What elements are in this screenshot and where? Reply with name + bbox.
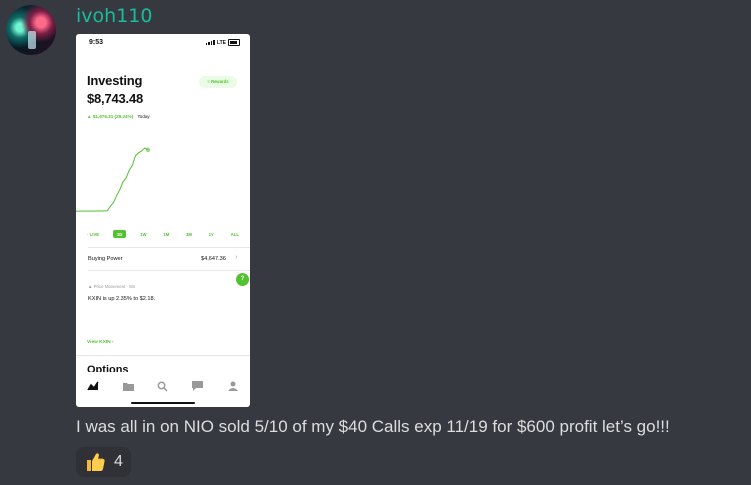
timeframe-all[interactable]: ALL [228,231,242,238]
price-movement-label: ▲ Price Movement · 5m [88,284,135,289]
warning-icon: ▲ [88,284,93,289]
chart-point [103,210,105,212]
chart-point [116,195,118,196]
timeframe-selector: · LIVE 1D 1W 1M 3M 1Y ALL [84,229,242,239]
page-title: Investing [87,73,143,88]
chart-point [106,210,108,212]
price-movement-label-text: Price Movement · 5m [93,284,136,289]
daily-change: ▲ $1,976.31 (29.24%) Today [87,114,150,119]
price-movement-text: KXIN is up 2.35% to $2.18. [88,296,156,302]
daily-change-value: $1,976.31 (29.24%) [92,114,134,119]
attached-screenshot[interactable]: 9:53 LTE Investing $8,743.48 ≡ Rewards ▲… [76,34,250,407]
daily-change-period: Today [137,114,150,119]
portfolio-chart[interactable] [76,132,250,228]
chart-layer [76,147,151,212]
chart-point [91,210,93,212]
status-time: 9:53 [89,39,104,46]
chart-point [144,147,146,149]
portfolio-balance: $8,743.48 [87,91,144,106]
chart-point [97,210,99,212]
avatar[interactable] [6,5,56,55]
chart-point [119,189,121,191]
tab-investing-icon[interactable] [85,378,101,394]
chart-point [145,147,151,153]
chart-point [141,150,143,152]
chart-point [81,210,83,212]
buying-power-value: $4,647.36 [201,256,226,262]
chart-point [138,152,140,154]
rewards-label: Rewards [211,79,229,84]
timeframe-1w[interactable]: 1W [137,231,149,238]
tab-folder-icon[interactable] [120,378,136,394]
chart-point [88,210,89,212]
divider [88,270,250,271]
chart-point [125,177,127,179]
message-text: I was all in on NIO sold 5/10 of my $40 … [76,417,670,436]
chevron-right-icon: › [111,340,114,345]
battery-icon [228,39,240,46]
bottom-tab-bar [76,372,250,400]
buying-power-label[interactable]: Buying Power [88,256,123,262]
chart-point [128,169,130,171]
timeframe-3m[interactable]: 3M [183,231,195,238]
chart-line [76,147,149,212]
chart-point [110,205,111,207]
timeframe-1y[interactable]: 1Y [206,231,217,238]
reaction-thumbs-up[interactable]: 4 [76,447,131,477]
timeframe-live[interactable]: · LIVE [84,231,102,238]
thumbs-up-icon [87,453,105,471]
chart-point [122,181,124,183]
tab-account-icon[interactable] [225,378,241,394]
chart-point [113,201,114,203]
signal-icon [205,40,215,45]
tab-search-icon[interactable] [155,378,171,394]
home-indicator [131,402,195,404]
chart-point [100,210,102,212]
chart-point [94,210,96,212]
divider [76,355,250,356]
chart-point [84,210,86,212]
view-stock-link[interactable]: View KXIN › [87,340,114,345]
username[interactable]: ivoh110 [76,4,152,28]
divider [88,247,250,248]
up-arrow-icon: ▲ [87,114,92,119]
timeframe-1d[interactable]: 1D [112,229,127,239]
network-label: LTE [216,39,226,46]
chevron-right-icon[interactable]: › [235,254,237,261]
rewards-button[interactable]: ≡ Rewards [199,76,237,88]
reaction-count: 4 [114,453,123,470]
chart-point [131,165,133,166]
gift-icon: ≡ [207,79,210,84]
view-stock-label[interactable]: View KXIN [87,340,111,345]
status-icons: LTE [205,39,240,46]
chart-point [78,210,80,212]
timeframe-1m[interactable]: 1M [160,231,172,238]
tab-messages-icon[interactable] [190,378,206,394]
help-badge[interactable]: ? [236,273,249,286]
chart-point [135,155,136,157]
avatar-figure [28,31,36,49]
